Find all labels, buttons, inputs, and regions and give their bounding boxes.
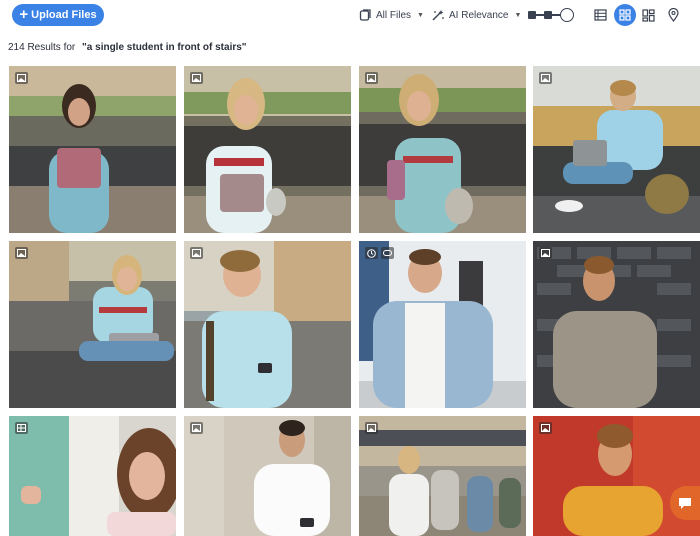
result-thumbnail[interactable]: [533, 416, 700, 536]
chevron-down-icon: ▼: [514, 11, 522, 19]
list-view-icon: [593, 9, 607, 21]
results-summary: 214 Results for "a single student in fro…: [8, 42, 247, 53]
result-thumbnail[interactable]: [184, 241, 351, 408]
result-thumbnail[interactable]: [359, 66, 526, 233]
results-count: 214 Results for: [8, 42, 76, 53]
tile-view-icon: [641, 8, 655, 22]
all-files-label: All Files: [376, 9, 412, 21]
plus-icon: +: [19, 6, 29, 23]
image-icon: [190, 422, 203, 434]
image-icon: [539, 422, 552, 434]
grid-view-icon: [619, 9, 631, 21]
ai-relevance-dropdown[interactable]: AI Relevance ▼: [431, 7, 521, 23]
map-view-button[interactable]: [663, 5, 683, 25]
size-slider[interactable]: [526, 8, 576, 22]
clean-icon: [359, 8, 371, 21]
photo: [533, 66, 700, 233]
image-icon: [539, 247, 552, 259]
image-icon: [15, 72, 28, 84]
photo: [184, 241, 351, 408]
photo: [359, 416, 526, 536]
photo: [359, 241, 526, 408]
link-icon: [381, 247, 394, 259]
result-thumbnail[interactable]: [533, 66, 700, 233]
slider-stop: [544, 11, 552, 19]
grid-view-button[interactable]: [614, 4, 636, 26]
result-thumbnail[interactable]: [9, 416, 176, 536]
result-thumbnail[interactable]: [533, 241, 700, 408]
sparkle-icon: [432, 9, 444, 20]
slider-stop: [528, 11, 536, 19]
toolbar: + Upload Files All Files ▼ AI Relevance …: [0, 0, 700, 32]
photo: [9, 66, 176, 233]
photo: [184, 416, 351, 536]
result-thumbnail[interactable]: [9, 66, 176, 233]
image-icon: [190, 72, 203, 84]
chevron-down-icon: ▼: [417, 11, 424, 19]
clock-icon: [365, 247, 378, 259]
result-thumbnail[interactable]: [359, 241, 526, 408]
table-icon: [15, 422, 28, 434]
location-pin-icon: [667, 8, 679, 22]
photo: [533, 416, 700, 536]
chat-icon: [679, 498, 691, 509]
result-thumbnail[interactable]: [9, 241, 176, 408]
search-query: "a single student in front of stairs": [82, 42, 247, 53]
slider-knob[interactable]: [560, 8, 574, 22]
chat-button[interactable]: [670, 486, 700, 520]
tile-view-button[interactable]: [638, 5, 658, 25]
image-icon: [365, 422, 378, 434]
result-thumbnail[interactable]: [184, 416, 351, 536]
upload-files-label: Upload Files: [31, 9, 97, 21]
result-thumbnail[interactable]: [184, 66, 351, 233]
image-icon: [190, 247, 203, 259]
photo: [9, 241, 176, 408]
list-view-button[interactable]: [590, 5, 610, 25]
upload-files-button[interactable]: + Upload Files: [12, 4, 104, 26]
photo: [9, 416, 176, 536]
image-icon: [539, 72, 552, 84]
photo: [533, 241, 700, 408]
ai-relevance-label: AI Relevance: [449, 9, 509, 21]
photo: [184, 66, 351, 233]
all-files-dropdown[interactable]: All Files ▼: [359, 7, 424, 23]
image-icon: [15, 247, 28, 259]
photo: [359, 66, 526, 233]
image-icon: [365, 72, 378, 84]
result-thumbnail[interactable]: [359, 416, 526, 536]
